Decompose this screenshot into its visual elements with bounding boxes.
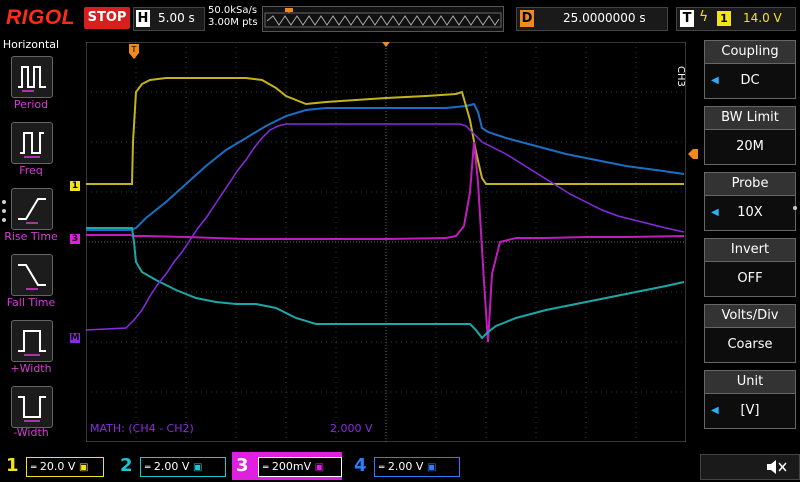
left-arrow-icon: ◀ bbox=[711, 405, 719, 416]
top-status-bar: RIGOL STOP H 5.00 s 50.0kSa/s 3.00M pts … bbox=[0, 0, 800, 36]
ch1-scale: 20.0 V bbox=[39, 460, 76, 473]
channel-menu: Coupling ◀ DC BW Limit 20M Probe ◀ 10X I… bbox=[700, 36, 800, 446]
ch4-scale: 2.00 V bbox=[387, 460, 424, 473]
fall-time-icon bbox=[18, 264, 46, 290]
ch2-number: 2 bbox=[120, 455, 133, 476]
delay-letter: D bbox=[520, 10, 534, 27]
invert-value: OFF bbox=[737, 271, 763, 286]
horizontal-measure-menu: Horizontal Period Freq Rise Time Fall Ti… bbox=[0, 36, 64, 446]
trigger-level-marker bbox=[688, 148, 698, 162]
bw-limit-button[interactable]: 20M bbox=[704, 129, 796, 165]
volts-div-value: Coarse bbox=[727, 337, 773, 352]
trigger-source: 1 bbox=[717, 11, 731, 26]
bw-limit-value: 20M bbox=[736, 139, 764, 154]
speaker-muted-icon bbox=[767, 460, 787, 474]
sample-rate: 50.0kSa/s bbox=[208, 5, 258, 16]
sound-button[interactable] bbox=[700, 454, 800, 480]
waveform-graticule bbox=[85, 41, 687, 443]
negative-width-button[interactable] bbox=[11, 386, 53, 428]
math-scale: 2.000 V bbox=[330, 422, 373, 435]
probe-title: Probe bbox=[704, 172, 796, 195]
right-page-dot bbox=[793, 206, 797, 210]
positive-width-label: +Width bbox=[10, 362, 52, 375]
unit-button[interactable]: ◀ [V] bbox=[704, 393, 796, 429]
frequency-label: Freq bbox=[19, 164, 43, 177]
ch2-scale-box[interactable]: ═ 2.00 V ▣ bbox=[140, 457, 226, 477]
memory-depth: 3.00M pts bbox=[208, 17, 258, 28]
frequency-button[interactable] bbox=[11, 122, 53, 164]
probe-button[interactable]: ◀ 10X bbox=[704, 195, 796, 231]
ch2-coupling-icon: ═ bbox=[145, 463, 151, 473]
ch1-coupling-icon: ═ bbox=[31, 463, 37, 473]
left-page-dots bbox=[2, 200, 6, 222]
waveform-display[interactable]: T MATH: (CH4 - CH2) 2.000 V bbox=[85, 41, 687, 443]
trigger-position-marker: T bbox=[128, 44, 140, 63]
ch3-ground-marker[interactable]: 3 bbox=[70, 234, 80, 244]
math-ground-marker[interactable]: M bbox=[70, 333, 80, 343]
trigger-level: 14.0 V bbox=[743, 11, 782, 25]
delay-value: 25.0000000 s bbox=[563, 11, 646, 25]
positive-width-button[interactable] bbox=[11, 320, 53, 362]
ch3-scale-box[interactable]: ═ 200mV ▣ bbox=[258, 457, 342, 477]
left-arrow-icon: ◀ bbox=[711, 75, 719, 86]
negative-width-icon bbox=[18, 396, 46, 422]
volts-div-title: Volts/Div bbox=[704, 304, 796, 327]
timebase-letter: H bbox=[136, 10, 150, 27]
rising-edge-icon: ϟ bbox=[699, 9, 709, 25]
trigger-letter: T bbox=[680, 10, 694, 27]
timebase-value: 5.00 s bbox=[158, 11, 195, 25]
ch3-scale: 200mV bbox=[271, 460, 312, 473]
trigger-box[interactable]: T ϟ 1 14.0 V bbox=[676, 7, 796, 31]
run-stop-button[interactable]: STOP bbox=[84, 7, 130, 29]
volts-div-button[interactable]: Coarse bbox=[704, 327, 796, 363]
coupling-button[interactable]: ◀ DC bbox=[704, 63, 796, 99]
rise-time-button[interactable] bbox=[11, 188, 53, 230]
delay-box[interactable]: D 25.0000000 s bbox=[516, 7, 668, 31]
timebase-box[interactable]: H 5.00 s bbox=[133, 7, 205, 31]
unit-title: Unit bbox=[704, 370, 796, 393]
ch3-number: 3 bbox=[236, 455, 249, 476]
period-label: Period bbox=[13, 98, 49, 111]
ch4-bw-icon: ▣ bbox=[426, 462, 437, 473]
rise-time-label: Rise Time bbox=[4, 230, 58, 243]
ch1-scale-box[interactable]: ═ 20.0 V ▣ bbox=[26, 457, 104, 477]
bw-limit-title: BW Limit bbox=[704, 106, 796, 129]
math-label: MATH: (CH4 - CH2) bbox=[90, 422, 194, 435]
period-button[interactable] bbox=[11, 56, 53, 98]
coupling-value: DC bbox=[740, 73, 760, 88]
ch4-coupling-icon: ═ bbox=[379, 463, 385, 473]
ch3-coupling-icon: ═ bbox=[263, 463, 269, 473]
channel-status-bar: 1 ═ 20.0 V ▣ 2 ═ 2.00 V ▣ 3 ═ 200mV ▣ 4 … bbox=[0, 452, 800, 480]
probe-value: 10X bbox=[737, 205, 763, 220]
menu-title: Horizontal bbox=[2, 38, 60, 51]
ch1-bw-icon: ▣ bbox=[78, 462, 89, 473]
acquisition-info: 50.0kSa/s 3.00M pts bbox=[208, 5, 258, 29]
invert-button[interactable]: OFF bbox=[704, 261, 796, 297]
fall-time-button[interactable] bbox=[11, 254, 53, 296]
ch2-scale: 2.00 V bbox=[153, 460, 190, 473]
coupling-title: Coupling bbox=[704, 40, 796, 63]
unit-value: [V] bbox=[740, 403, 760, 418]
ch3-bw-icon: ▣ bbox=[314, 462, 325, 473]
ch1-number: 1 bbox=[6, 455, 19, 476]
svg-text:T: T bbox=[131, 45, 137, 54]
ch4-scale-box[interactable]: ═ 2.00 V ▣ bbox=[374, 457, 460, 477]
brand-logo: RIGOL bbox=[6, 6, 75, 29]
invert-title: Invert bbox=[704, 238, 796, 261]
ch1-ground-marker[interactable]: 1 bbox=[70, 181, 80, 191]
ch4-number: 4 bbox=[354, 455, 367, 476]
ch2-bw-icon: ▣ bbox=[192, 462, 203, 473]
negative-width-label: -Width bbox=[13, 426, 49, 439]
period-icon bbox=[18, 66, 46, 92]
positive-width-icon bbox=[18, 330, 46, 356]
menu-channel-tag: CH3 bbox=[675, 66, 686, 87]
memory-waveform-icon bbox=[264, 8, 502, 28]
frequency-icon bbox=[20, 132, 44, 158]
memory-overview-strip[interactable] bbox=[262, 6, 504, 32]
rise-time-icon bbox=[18, 198, 46, 224]
left-arrow-icon: ◀ bbox=[711, 207, 719, 218]
fall-time-label: Fall Time bbox=[6, 296, 56, 309]
